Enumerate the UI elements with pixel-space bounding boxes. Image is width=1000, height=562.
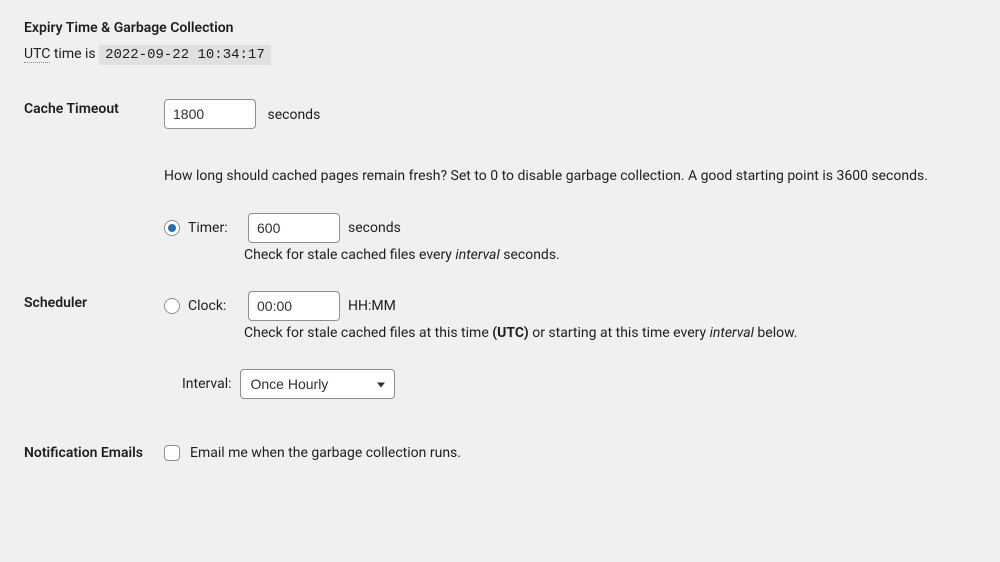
scheduler-timer-block: Timer: seconds Check for stale cached fi… [164,213,976,263]
scheduler-label: Scheduler [24,205,164,407]
timer-desc-pre: Check for stale cached files every [244,247,455,263]
clock-desc-bold: (UTC) [492,325,529,341]
scheduler-interval-row: Interval: Once Hourly [182,369,976,399]
clock-desc-em: interval [710,325,754,341]
time-is-text: time is [50,46,99,62]
cache-timeout-label: Cache Timeout [24,91,164,205]
interval-label: Interval: [182,376,232,392]
utc-time-line: UTC time is 2022-09-22 10:34:17 [24,46,976,63]
clock-desc-pre: Check for stale cached files at this tim… [244,325,492,341]
timer-desc-post: seconds. [500,247,560,263]
scheduler-clock-label: Clock: [188,298,240,314]
notification-checkbox-label: Email me when the garbage collection run… [190,445,461,461]
scheduler-timer-label: Timer: [188,220,240,236]
cache-timeout-help: How long should cached pages remain fres… [164,165,976,187]
scheduler-timer-unit: seconds [348,220,401,236]
settings-form-table: Cache Timeout seconds How long should ca… [24,91,976,471]
clock-desc-post: below. [754,325,798,341]
scheduler-timer-radio[interactable] [164,220,180,236]
scheduler-clock-block: Clock: HH:MM Check for stale cached file… [164,291,976,341]
clock-desc-mid: or starting at this time every [529,325,710,341]
cache-timeout-input[interactable] [164,99,256,129]
current-timestamp: 2022-09-22 10:34:17 [99,45,271,65]
notification-label: Notification Emails [24,407,164,471]
section-title: Expiry Time & Garbage Collection [24,20,976,36]
scheduler-clock-input[interactable] [248,291,340,321]
cache-timeout-unit: seconds [267,107,320,123]
notification-checkbox-row[interactable]: Email me when the garbage collection run… [164,445,976,461]
scheduler-clock-unit: HH:MM [348,298,396,314]
interval-select-wrap: Once Hourly [240,369,395,399]
scheduler-timer-input[interactable] [248,213,340,243]
scheduler-timer-desc: Check for stale cached files every inter… [244,247,976,263]
timer-desc-em: interval [455,247,499,263]
interval-select[interactable]: Once Hourly [240,369,395,399]
utc-label: UTC [24,46,50,63]
notification-checkbox[interactable] [164,445,180,461]
scheduler-clock-radio[interactable] [164,298,180,314]
scheduler-clock-desc: Check for stale cached files at this tim… [244,325,976,341]
